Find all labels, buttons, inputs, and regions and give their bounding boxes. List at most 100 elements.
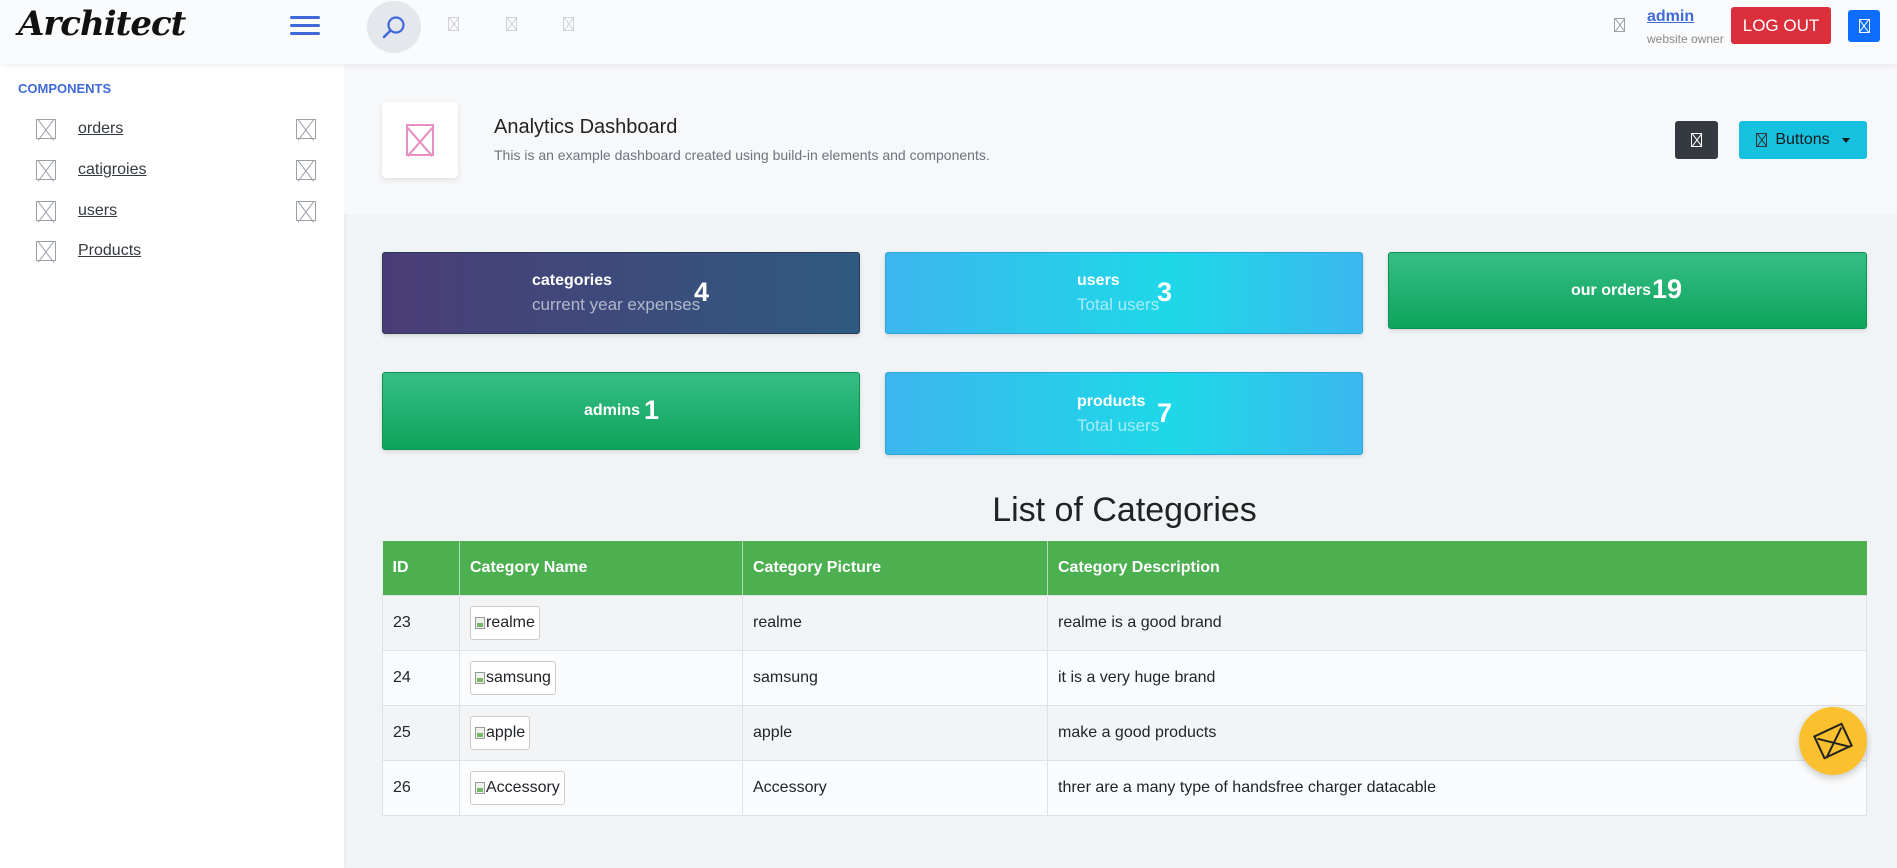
buttons-dropdown-label: Buttons: [1775, 131, 1830, 148]
sidebar-item-label: users: [78, 202, 118, 219]
cell-name: Accessory: [459, 759, 743, 816]
cell-name: realme: [459, 594, 743, 651]
broken-image-icon: [1756, 133, 1768, 147]
menu-toggle-icon[interactable]: [290, 14, 320, 36]
card-products[interactable]: products Total users 7: [885, 372, 1363, 455]
sidebar-item-label: orders: [78, 120, 124, 137]
cell-id: 25: [382, 704, 460, 761]
sidebar-item-orders[interactable]: orders: [36, 116, 316, 142]
image-alt-text: realme: [486, 613, 535, 631]
categories-icon: [36, 160, 56, 180]
card-title: products: [1077, 393, 1146, 410]
cell-name: samsung: [459, 649, 743, 706]
products-icon: [36, 241, 56, 261]
dark-action-button[interactable]: [1675, 121, 1718, 159]
card-subtitle: Total users: [1077, 416, 1160, 435]
table-row[interactable]: 23 realme realme realme is a good brand: [382, 594, 1867, 651]
users-icon: [36, 201, 56, 221]
categories-table: ID Category Name Category Picture Catego…: [382, 541, 1867, 816]
user-avatar-icon[interactable]: [1614, 18, 1625, 32]
card-title: our orders: [1571, 282, 1652, 299]
card-value: 7: [1157, 398, 1173, 428]
floating-action-button[interactable]: [1799, 707, 1867, 775]
cell-description: realme is a good brand: [1047, 594, 1867, 651]
card-value: 3: [1157, 277, 1173, 307]
card-admins[interactable]: admins 1: [382, 372, 860, 450]
table-header-row: ID Category Name Category Picture Catego…: [382, 541, 1867, 595]
expand-icon[interactable]: [296, 201, 316, 221]
cell-id: 26: [382, 759, 460, 816]
cell-description: make a good products: [1047, 704, 1867, 761]
app-logo[interactable]: Architect: [18, 4, 186, 44]
card-categories[interactable]: categories current year expenses 4: [382, 252, 860, 334]
chevron-down-icon: [1841, 137, 1850, 143]
cell-name: apple: [459, 704, 743, 761]
card-title: categories: [532, 272, 613, 289]
card-value: 4: [694, 277, 710, 307]
user-role: website owner: [1647, 32, 1724, 46]
page-title: Analytics Dashboard: [494, 116, 678, 138]
page-title-icon: [382, 102, 458, 178]
sidebar: COMPONENTS orders catigroies users Produ…: [0, 64, 344, 868]
sidebar-item-users[interactable]: users: [36, 198, 316, 224]
table-row[interactable]: 25 apple apple make a good products: [382, 704, 1867, 761]
card-title: users: [1077, 272, 1120, 289]
table-row[interactable]: 24 samsung samsung it is a very huge bra…: [382, 649, 1867, 706]
sidebar-item-catigroies[interactable]: catigroies: [36, 157, 316, 183]
column-header-category-name[interactable]: Category Name: [459, 541, 743, 595]
card-value: 1: [644, 395, 660, 425]
image-alt-text: Accessory: [486, 778, 560, 796]
table-title: List of Categories: [992, 491, 1257, 529]
sidebar-item-label: Products: [78, 242, 142, 259]
category-image: apple: [470, 715, 531, 750]
envelope-icon: [1813, 722, 1853, 760]
buttons-dropdown[interactable]: Buttons: [1739, 121, 1867, 159]
cell-picture: Accessory: [742, 759, 1048, 816]
card-value: 19: [1652, 274, 1683, 304]
card-subtitle: Total users: [1077, 295, 1160, 314]
broken-image-icon: [475, 781, 485, 794]
user-name-link[interactable]: admin: [1647, 8, 1694, 26]
sidebar-heading: COMPONENTS: [18, 81, 112, 96]
cell-description: it is a very huge brand: [1047, 649, 1867, 706]
broken-image-icon: [475, 671, 485, 684]
category-image: Accessory: [470, 770, 565, 805]
card-users[interactable]: users Total users 3: [885, 252, 1363, 334]
cell-id: 24: [382, 649, 460, 706]
settings-square-button[interactable]: [1848, 10, 1880, 42]
sidebar-item-label: catigroies: [78, 161, 147, 178]
image-alt-text: samsung: [486, 668, 551, 686]
column-header-category-picture[interactable]: Category Picture: [742, 541, 1048, 595]
category-image: samsung: [470, 660, 556, 695]
page-subtitle: This is an example dashboard created usi…: [494, 147, 990, 163]
card-orders[interactable]: our orders 19: [1388, 252, 1867, 329]
cell-id: 23: [382, 594, 460, 651]
broken-image-icon: [475, 616, 485, 629]
sidebar-item-products[interactable]: Products: [36, 238, 316, 264]
search-icon: [382, 16, 405, 39]
broken-image-icon: [1858, 19, 1870, 33]
top-header: Architect admin website owner LOG OUT: [0, 0, 1897, 64]
card-subtitle: current year expenses: [532, 295, 701, 314]
page-title-band: [344, 64, 1897, 214]
broken-image-icon: [475, 726, 485, 739]
category-image: realme: [470, 605, 540, 640]
cell-picture: realme: [742, 594, 1048, 651]
header-broken-icon-2[interactable]: [506, 17, 517, 31]
table-row[interactable]: 26 Accessory Accessory threr are a many …: [382, 759, 1867, 816]
column-header-id[interactable]: ID: [382, 541, 460, 595]
header-broken-icon-1[interactable]: [448, 17, 459, 31]
cell-picture: apple: [742, 704, 1048, 761]
cell-description: threr are a many type of handsfree charg…: [1047, 759, 1867, 816]
broken-image-icon: [1691, 133, 1702, 147]
column-header-category-description[interactable]: Category Description: [1047, 541, 1867, 595]
header-broken-icon-3[interactable]: [563, 17, 574, 31]
logout-button[interactable]: LOG OUT: [1731, 7, 1831, 44]
orders-icon: [36, 119, 56, 139]
expand-icon[interactable]: [296, 160, 316, 180]
card-title: admins: [584, 402, 641, 419]
search-button[interactable]: [367, 1, 421, 53]
cell-picture: samsung: [742, 649, 1048, 706]
image-alt-text: apple: [486, 723, 526, 741]
expand-icon[interactable]: [296, 119, 316, 139]
